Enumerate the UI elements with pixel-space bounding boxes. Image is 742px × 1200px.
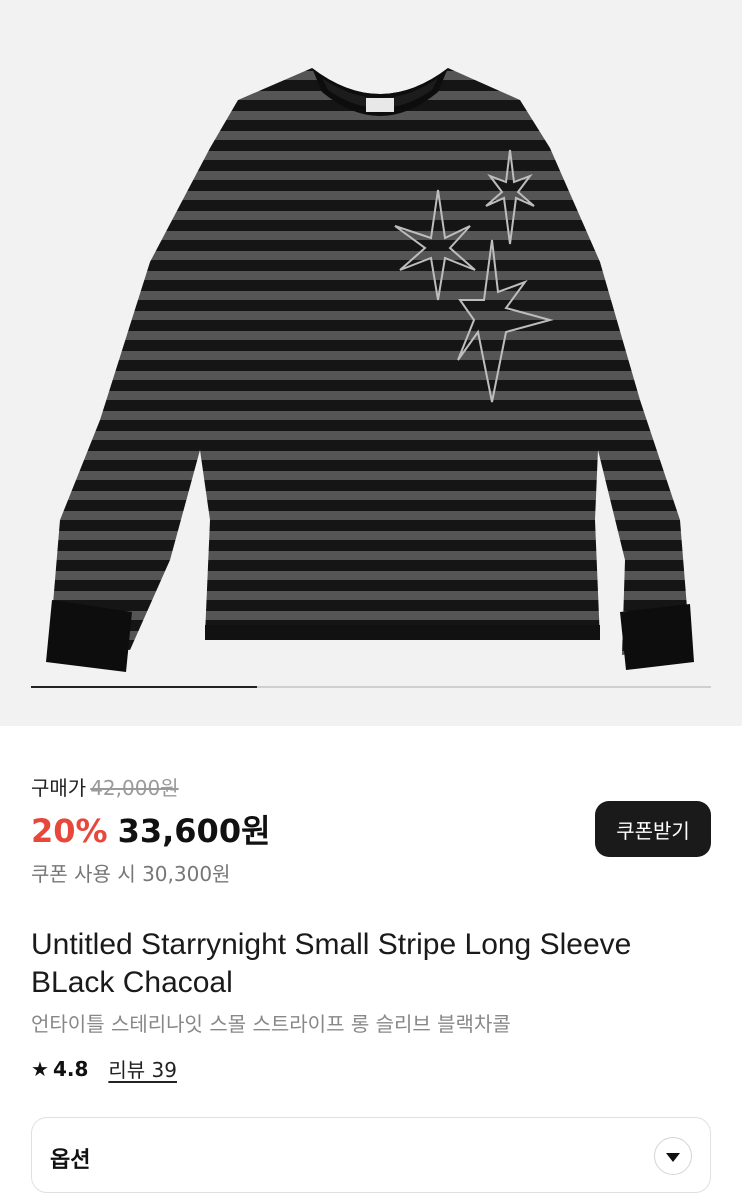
get-coupon-button[interactable]: 쿠폰받기 <box>595 801 711 857</box>
original-price: 42,000원 <box>90 776 179 800</box>
left-cuff <box>46 600 132 672</box>
sale-price: 33,600원 <box>117 812 271 850</box>
sale-price-row: 20% 33,600원 <box>31 806 271 852</box>
price-section: 구매가 42,000원 20% 33,600원 쿠폰 사용 시 30,300원 쿠폰… <box>31 772 711 892</box>
shirt-body <box>50 68 690 655</box>
chevron-down-icon <box>666 1153 680 1162</box>
option-selector[interactable]: 옵션 <box>31 1117 711 1193</box>
dropdown-button[interactable] <box>654 1137 692 1175</box>
rating-row: ★ 4.8 리뷰 39 <box>31 1054 177 1083</box>
product-title-korean: 언타이틀 스테리나잇 스몰 스트라이프 롱 슬리브 블랙차콜 <box>31 1012 511 1036</box>
carousel-progress <box>31 686 711 688</box>
product-image-carousel[interactable] <box>0 0 742 726</box>
shirt-hem <box>205 625 600 640</box>
neck-label <box>366 98 394 112</box>
star-icon: ★ <box>31 1056 49 1081</box>
carousel-progress-fill <box>31 686 258 688</box>
right-cuff <box>620 604 694 670</box>
option-label: 옵션 <box>50 1148 91 1173</box>
rating-value: 4.8 <box>52 1056 89 1081</box>
review-link[interactable]: 리뷰 39 <box>108 1054 177 1083</box>
price-label-row: 구매가 42,000원 <box>31 772 179 801</box>
coupon-price-note: 쿠폰 사용 시 30,300원 <box>31 862 231 886</box>
product-title: Untitled Starrynight Small Stripe Long S… <box>31 928 632 999</box>
discount-rate: 20% <box>31 812 108 850</box>
product-image <box>46 68 694 672</box>
price-label: 구매가 <box>31 776 87 800</box>
